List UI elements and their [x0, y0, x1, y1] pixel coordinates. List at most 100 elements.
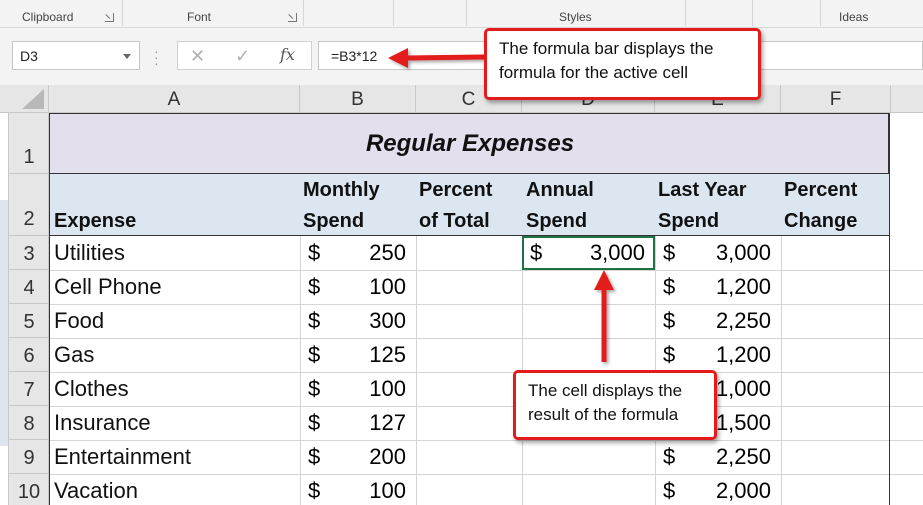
ribbon-separator — [752, 0, 753, 26]
currency-symbol: $ — [663, 240, 676, 265]
row-headers: 1 2 3 4 5 6 7 8 9 10 — [9, 113, 49, 505]
currency-symbol: $ — [663, 308, 676, 333]
header-change-line1[interactable]: Percent — [784, 175, 857, 206]
expense-name[interactable]: Utilities — [54, 240, 125, 266]
header-lastyear-line2[interactable]: Spend — [658, 206, 719, 237]
worksheet-grid[interactable]: Regular Expenses Expense Monthly Spend P… — [49, 113, 923, 505]
header-annual-line1[interactable]: Annual — [526, 175, 594, 206]
monthly-spend-cell[interactable]: $125 — [300, 342, 416, 372]
clipboard-launcher-icon[interactable] — [105, 13, 114, 22]
row-header-9[interactable]: 9 — [9, 440, 49, 474]
currency-symbol: $ — [663, 342, 676, 367]
ribbon-separator — [820, 0, 821, 26]
check-icon[interactable]: ✓ — [235, 46, 250, 67]
last-year-spend-value: 2,250 — [715, 444, 771, 469]
expense-name[interactable]: Cell Phone — [54, 274, 162, 300]
insert-function-icon[interactable]: fx — [280, 45, 295, 64]
last-year-spend-value: 2,000 — [715, 478, 771, 503]
monthly-spend-cell[interactable]: $300 — [300, 308, 416, 338]
sheet-title: Regular Expenses — [365, 130, 575, 157]
title-cell[interactable]: Regular Expenses — [49, 113, 889, 174]
row-header-4[interactable]: 4 — [9, 270, 49, 304]
ribbon-separator — [303, 0, 304, 26]
close-icon[interactable]: ✕ — [190, 46, 205, 67]
ribbon-group-ideas: Ideas — [839, 10, 869, 24]
last-year-spend-cell[interactable]: $1,200 — [655, 342, 781, 372]
monthly-spend-value: 100 — [369, 478, 406, 503]
name-box[interactable]: D3 — [12, 41, 140, 70]
row-header-5[interactable]: 5 — [9, 304, 49, 338]
header-percent-line2[interactable]: of Total — [419, 206, 490, 237]
expense-name[interactable]: Vacation — [54, 478, 138, 504]
currency-symbol: $ — [308, 342, 321, 367]
currency-symbol: $ — [308, 410, 321, 435]
currency-symbol: $ — [308, 308, 321, 333]
monthly-spend-value: 100 — [369, 376, 406, 401]
monthly-spend-cell[interactable]: $100 — [300, 376, 416, 406]
ribbon-group-clipboard: Clipboard — [22, 10, 74, 24]
expense-name[interactable]: Food — [54, 308, 104, 334]
last-year-spend-cell[interactable]: $1,200 — [655, 274, 781, 304]
left-window-edge — [0, 85, 9, 505]
name-box-value: D3 — [20, 48, 38, 64]
currency-symbol: $ — [663, 444, 676, 469]
ribbon-group-styles: Styles — [559, 10, 592, 24]
monthly-spend-cell[interactable]: $250 — [300, 240, 416, 270]
column-header-f[interactable]: F — [781, 85, 891, 113]
formula-buttons: ✕ ✓ fx — [177, 41, 312, 70]
header-expense[interactable]: Expense — [54, 206, 136, 237]
expense-name[interactable]: Entertainment — [54, 444, 191, 470]
ribbon-separator — [685, 0, 686, 26]
last-year-spend-value: 1,200 — [715, 274, 771, 299]
monthly-spend-cell[interactable]: $100 — [300, 274, 416, 304]
last-year-spend-cell[interactable]: $2,250 — [655, 308, 781, 338]
row-header-6[interactable]: 6 — [9, 338, 49, 372]
expense-name[interactable]: Clothes — [54, 376, 129, 402]
last-year-spend-value: 1,200 — [715, 342, 771, 367]
last-year-spend-cell[interactable]: $3,000 — [655, 240, 781, 270]
row-header-1[interactable]: 1 — [9, 113, 49, 174]
monthly-spend-value: 125 — [369, 342, 406, 367]
row-header-2[interactable]: 2 — [9, 174, 49, 236]
last-year-spend-cell[interactable]: $2,250 — [655, 444, 781, 474]
row-header-8[interactable]: 8 — [9, 406, 49, 440]
currency-symbol: $ — [663, 274, 676, 299]
font-launcher-icon[interactable] — [288, 13, 297, 22]
expense-name[interactable]: Insurance — [54, 410, 151, 436]
last-year-spend-cell[interactable]: $2,000 — [655, 478, 781, 505]
column-header-a[interactable]: A — [49, 85, 300, 113]
select-all-button[interactable] — [9, 85, 49, 113]
monthly-spend-value: 200 — [369, 444, 406, 469]
row-header-3[interactable]: 3 — [9, 236, 49, 270]
last-year-spend-value: 1,500 — [715, 410, 771, 435]
expense-name[interactable]: Gas — [54, 342, 94, 368]
currency-symbol: $ — [663, 478, 676, 503]
ribbon-separator — [122, 0, 123, 26]
header-row: Expense Monthly Spend Percent of Total A… — [49, 174, 889, 236]
column-headers: A B C D E F — [0, 85, 923, 113]
header-lastyear-line1[interactable]: Last Year — [658, 175, 747, 206]
monthly-spend-cell[interactable]: $127 — [300, 410, 416, 440]
chevron-down-icon[interactable] — [123, 54, 131, 59]
last-year-spend-value: 1,000 — [715, 376, 771, 401]
monthly-spend-value: 100 — [369, 274, 406, 299]
row-header-10[interactable]: 10 — [9, 474, 49, 505]
currency-symbol: $ — [308, 240, 321, 265]
monthly-spend-value: 250 — [369, 240, 406, 265]
ribbon-separator — [393, 0, 394, 26]
row-header-7[interactable]: 7 — [9, 372, 49, 406]
currency-symbol: $ — [308, 444, 321, 469]
header-percent-line1[interactable]: Percent — [419, 175, 492, 206]
currency-symbol: $ — [308, 274, 321, 299]
header-monthly-line1[interactable]: Monthly — [303, 175, 380, 206]
active-cell-d3[interactable] — [522, 236, 655, 270]
formula-bar-callout: The formula bar displays the formula for… — [484, 28, 761, 100]
drag-handle-icon[interactable]: · · · — [154, 44, 159, 70]
header-change-line2[interactable]: Change — [784, 206, 857, 237]
monthly-spend-cell[interactable]: $100 — [300, 478, 416, 505]
column-header-b[interactable]: B — [300, 85, 416, 113]
cell-result-callout: The cell displays the result of the form… — [513, 370, 717, 440]
header-monthly-line2[interactable]: Spend — [303, 206, 364, 237]
monthly-spend-cell[interactable]: $200 — [300, 444, 416, 474]
header-annual-line2[interactable]: Spend — [526, 206, 587, 237]
